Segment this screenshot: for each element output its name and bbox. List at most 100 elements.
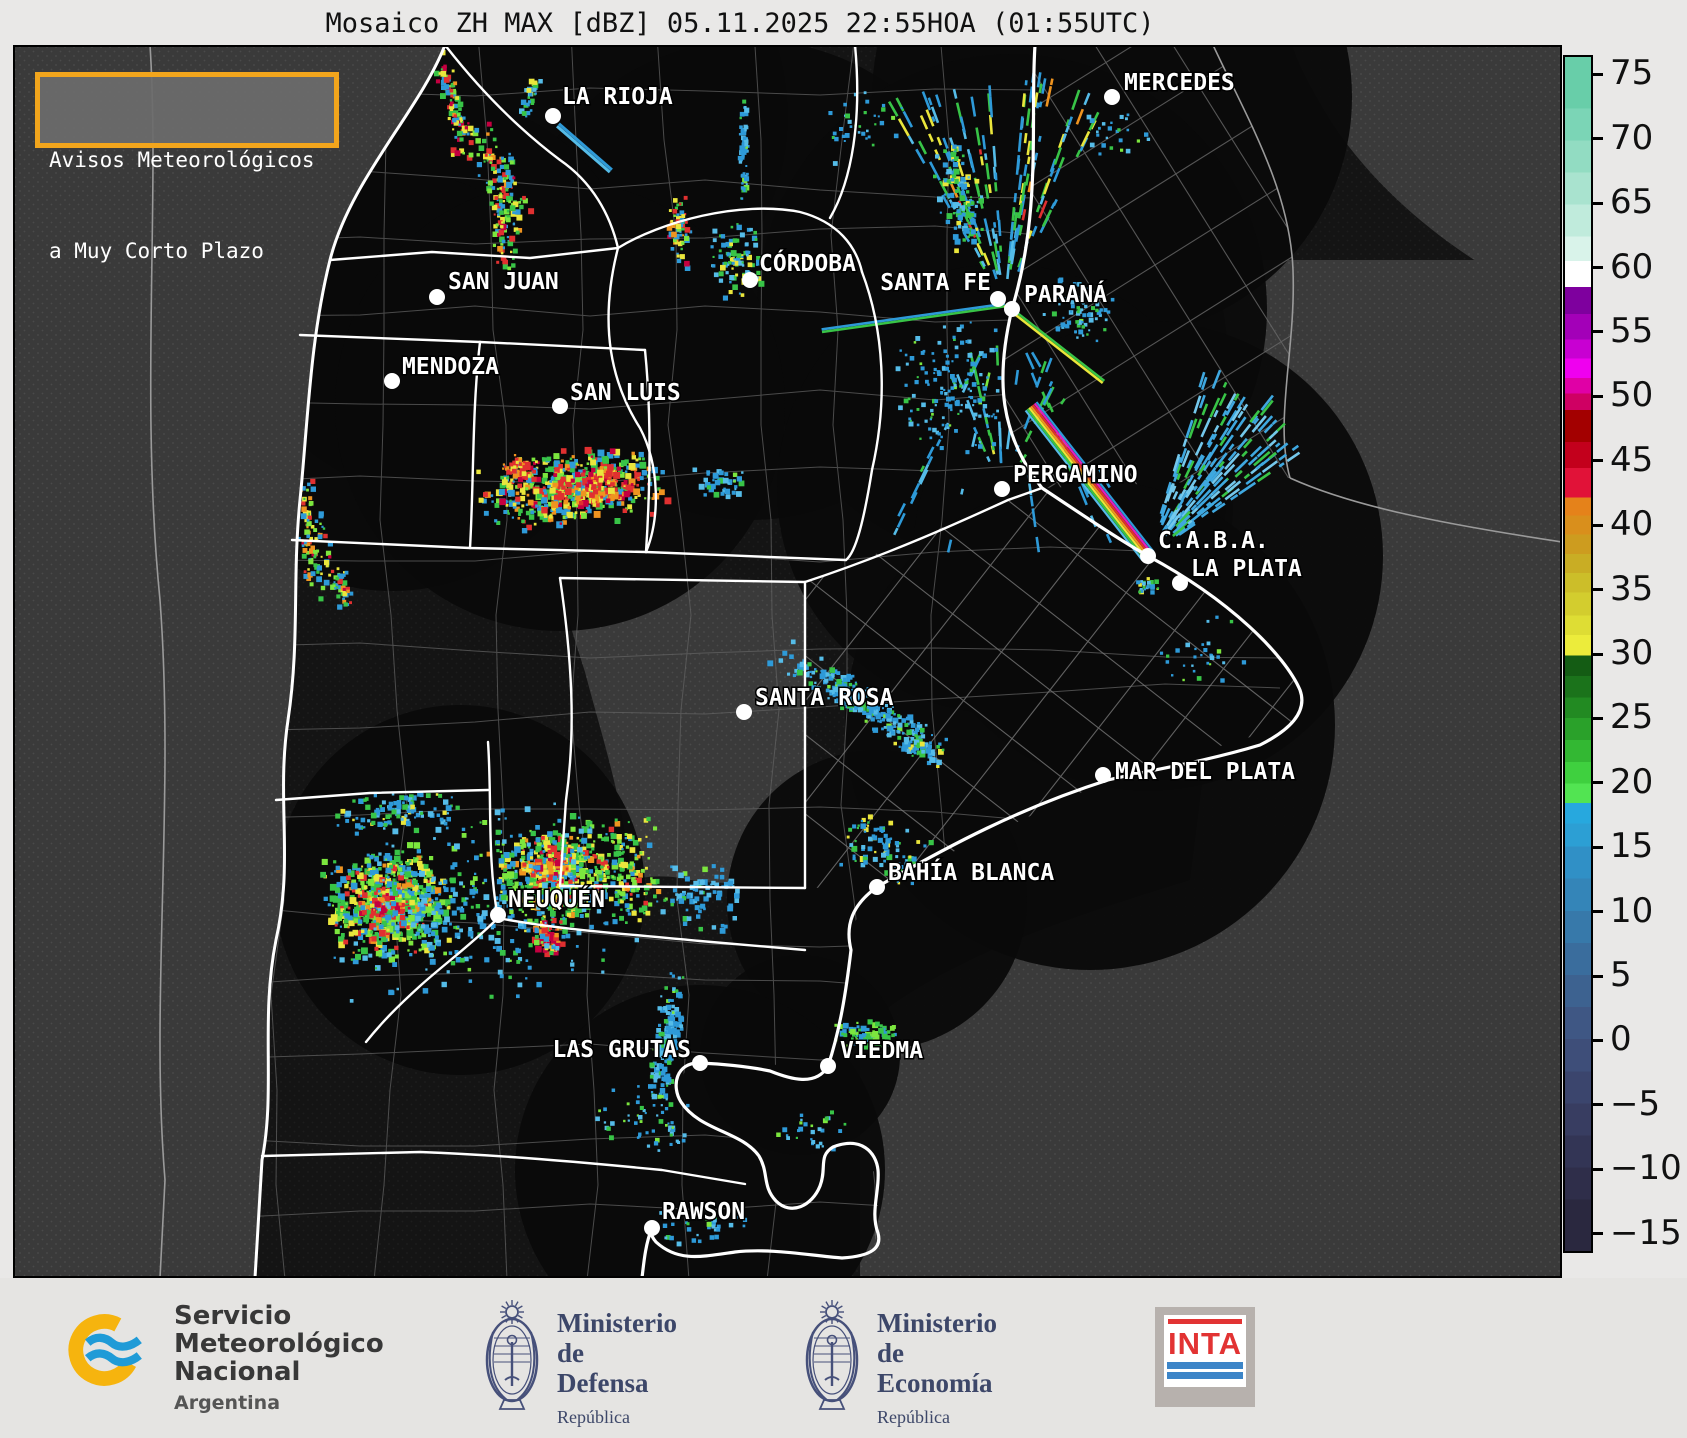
city-dot — [692, 1055, 708, 1071]
colorbar-tick-label: 40 — [1610, 504, 1654, 545]
city-label: NEUQUÉN — [508, 885, 605, 913]
city-label: RAWSON — [662, 1199, 745, 1225]
colorbar-tick-label: 10 — [1610, 890, 1654, 931]
colorbar-tick — [1593, 1103, 1603, 1107]
city-dot — [736, 704, 752, 720]
colorbar-tick — [1593, 974, 1603, 978]
city-label: LA RIOJA — [562, 84, 673, 110]
colorbar-tick-label: 50 — [1610, 375, 1654, 416]
city-label: MENDOZA — [402, 354, 499, 380]
warning-badge-line1: Avisos Meteorológicos — [49, 147, 315, 172]
radar-map: LA RIOJA MERCEDES SAN JUAN CÓRDOBA SANTA FE P… — [13, 45, 1562, 1278]
inta-redbar — [1168, 1319, 1242, 1324]
colorbar-tick-label: 15 — [1610, 826, 1654, 867]
colorbar-tick-label: 75 — [1610, 53, 1654, 94]
smn-line4: Argentina — [174, 1392, 281, 1414]
city-dot — [552, 398, 568, 414]
city-label: VIEDMA — [840, 1038, 923, 1064]
city-dot — [490, 907, 506, 923]
city-dot — [1172, 575, 1188, 591]
city-dot — [820, 1058, 836, 1074]
colorbar-tick — [1593, 1167, 1603, 1171]
city-dot — [869, 879, 885, 895]
city-label: SAN LUIS — [570, 380, 681, 406]
colorbar-tick — [1593, 910, 1603, 914]
city-dot — [742, 272, 758, 288]
economia-line1: Ministerio — [877, 1308, 997, 1338]
city-label: C.A.B.A. — [1158, 528, 1269, 554]
colorbar-tick — [1593, 781, 1603, 785]
colorbar-tick — [1593, 459, 1603, 463]
defensa-line1: Ministerio — [557, 1308, 677, 1338]
colorbar-tick — [1593, 394, 1603, 398]
colorbar-tick-label: 70 — [1610, 117, 1654, 158]
colorbar-tick — [1593, 716, 1603, 720]
economia-line2: de Economía — [877, 1338, 993, 1398]
city-label: SAN JUAN — [448, 269, 559, 295]
colorbar-tick-label: −10 — [1610, 1148, 1682, 1189]
colorbar-tick-label: 30 — [1610, 633, 1654, 674]
colorbar-tick-label: −15 — [1610, 1212, 1682, 1253]
city-dot — [384, 373, 400, 389]
colorbar — [1563, 55, 1593, 1253]
coat-of-arms-icon — [805, 1300, 859, 1410]
inta-panel: INTA — [1164, 1315, 1246, 1387]
warning-badge-line2: a Muy Corto Plazo — [49, 239, 264, 264]
city-label: MAR DEL PLATA — [1115, 759, 1295, 785]
colorbar-tick-label: −5 — [1610, 1084, 1661, 1125]
city-label: LA PLATA — [1191, 556, 1302, 582]
colorbar-tick-label: 55 — [1610, 311, 1654, 352]
colorbar-tick-label: 60 — [1610, 246, 1654, 287]
city-label: PARANÁ — [1024, 280, 1107, 308]
colorbar-tick — [1593, 845, 1603, 849]
warning-badge[interactable]: Avisos Meteorológicos a Muy Corto Plazo — [35, 72, 339, 263]
page-title: Mosaico ZH MAX [dBZ] 05.11.2025 22:55HOA… — [325, 8, 1155, 39]
colorbar-tick — [1593, 330, 1603, 334]
city-dot — [990, 291, 1006, 307]
colorbar-tick — [1593, 201, 1603, 205]
inta-bluebar-1 — [1167, 1362, 1243, 1369]
smn-wordmark: Servicio Meteorológico Nacional Argentin… — [174, 1302, 384, 1417]
colorbar-tick-label: 35 — [1610, 568, 1654, 609]
colorbar-tick-label: 20 — [1610, 762, 1654, 803]
smn-icon — [68, 1314, 142, 1386]
defensa-line2: de Defensa — [557, 1338, 649, 1398]
coat-of-arms-icon — [485, 1300, 539, 1410]
colorbar-tick — [1593, 72, 1603, 76]
defensa-sub: República Argentina — [557, 1407, 630, 1438]
colorbar-tick — [1593, 1232, 1603, 1236]
colorbar-tick-label: 45 — [1610, 439, 1654, 480]
inta-bluebar-2 — [1167, 1372, 1243, 1379]
colorbar-tick — [1593, 137, 1603, 141]
city-label: BAHÍA BLANCA — [888, 858, 1054, 886]
colorbar-tick-label: 25 — [1610, 697, 1654, 738]
city-dot — [429, 289, 445, 305]
city-label: SANTA FE — [880, 270, 991, 296]
city-dot — [1004, 301, 1020, 317]
smn-line2: Meteorológico — [174, 1329, 384, 1359]
city-dot — [1140, 548, 1156, 564]
smn-line3: Nacional — [174, 1357, 301, 1387]
economia-sub: República Argentina — [877, 1407, 950, 1438]
city-dot — [1104, 89, 1120, 105]
footer: Servicio Meteorológico Nacional Argentin… — [0, 1278, 1687, 1438]
colorbar-tick — [1593, 523, 1603, 527]
city-dot — [644, 1220, 660, 1236]
colorbar-tick-label: 5 — [1610, 955, 1632, 996]
colorbar-tick-label: 0 — [1610, 1019, 1632, 1060]
ministerio-defensa-text: Ministerio de Defensa República Argentin… — [557, 1308, 677, 1438]
inta-logo: INTA — [1155, 1307, 1255, 1407]
city-label: LAS GRUTAS — [553, 1037, 691, 1063]
colorbar-tick — [1593, 588, 1603, 592]
city-label: CÓRDOBA — [759, 249, 856, 277]
inta-wordmark: INTA — [1167, 1326, 1243, 1361]
city-label: MERCEDES — [1124, 70, 1235, 96]
colorbar-tick — [1593, 652, 1603, 656]
smn-line1: Servicio — [174, 1301, 292, 1331]
colorbar-tick-label: 65 — [1610, 182, 1654, 223]
city-dot — [1095, 767, 1111, 783]
city-label: PERGAMINO — [1013, 462, 1138, 488]
city-dot — [994, 481, 1010, 497]
ministerio-economia-text: Ministerio de Economía República Argenti… — [877, 1308, 997, 1438]
city-label: SANTA ROSA — [755, 685, 894, 711]
